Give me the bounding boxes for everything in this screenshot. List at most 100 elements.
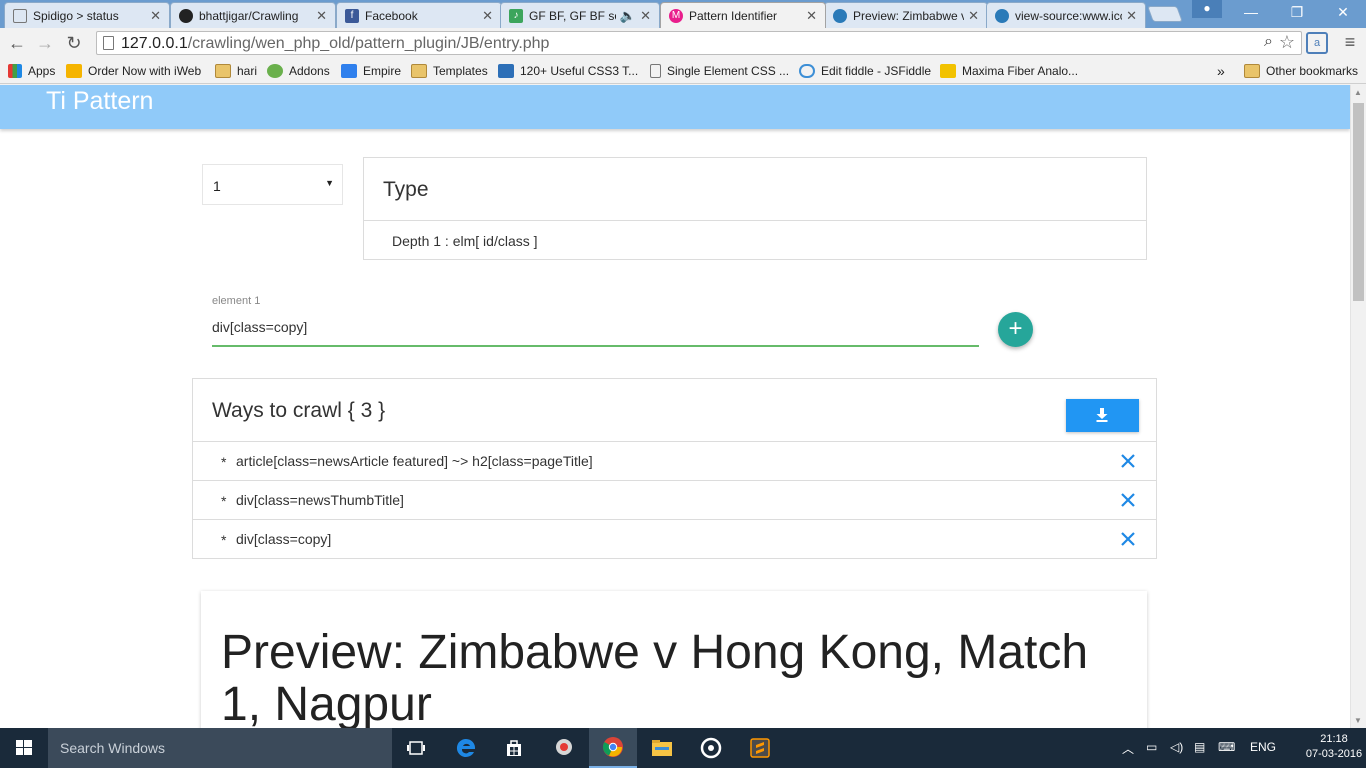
new-tab-button[interactable] <box>1147 6 1183 22</box>
remove-icon[interactable] <box>1119 491 1137 509</box>
bookmark-addons[interactable]: Addons <box>267 62 330 80</box>
list-item: * div[class=copy] <box>193 520 1156 559</box>
browser-tab-spidigo[interactable]: Spidigo > status ✕ <box>4 2 170 28</box>
sublime-icon[interactable] <box>736 728 784 768</box>
bookmark-jsfiddle[interactable]: Edit fiddle - JSFiddle <box>799 62 931 80</box>
file-explorer-icon[interactable] <box>638 728 686 768</box>
profile-icon[interactable]: ● <box>1192 0 1222 18</box>
bookmark-label: Order Now with iWeb <box>88 64 202 78</box>
bookmark-empire[interactable]: Empire <box>341 62 401 80</box>
cloud-icon <box>799 64 815 78</box>
browser-tab-github[interactable]: bhattjigar/Crawling ✕ <box>170 2 336 28</box>
other-bookmarks[interactable]: Other bookmarks <box>1244 62 1358 80</box>
minimize-icon[interactable]: — <box>1228 0 1274 24</box>
preview-title: Preview: Zimbabwe v Hong Kong, Match 1, … <box>221 626 1089 729</box>
bookmark-label: Maxima Fiber Analo... <box>962 64 1079 78</box>
task-view-icon[interactable] <box>392 728 440 768</box>
bookmarks-overflow-button[interactable]: » <box>1217 62 1225 80</box>
bookmark-maxima[interactable]: Maxima Fiber Analo... <box>940 62 1078 80</box>
bookmark-hari[interactable]: hari <box>215 62 257 80</box>
language-indicator[interactable]: ENG <box>1250 740 1276 754</box>
page-icon <box>103 36 114 50</box>
chevron-up-icon[interactable]: ︿ <box>1122 740 1134 757</box>
element-input[interactable]: div[class=copy] <box>212 319 979 345</box>
windows-search-box[interactable]: Search Windows <box>48 728 392 768</box>
type-card-detail: Depth 1 : elm[ id/class ] <box>392 233 538 249</box>
element-field[interactable]: element 1 div[class=copy] <box>212 295 979 347</box>
app-icon[interactable] <box>540 728 588 768</box>
close-icon[interactable]: ✕ <box>316 8 327 24</box>
tab-title: bhattjigar/Crawling <box>199 8 299 23</box>
extension-icon[interactable]: a <box>1306 32 1328 54</box>
edge-icon[interactable] <box>442 728 490 768</box>
browser-tab-pattern-identifier[interactable]: M Pattern Identifier ✕ <box>660 2 826 28</box>
bookmark-apps[interactable]: Apps <box>8 62 55 80</box>
url-text[interactable]: 127.0.0.1/crawling/wen_php_old/pattern_p… <box>121 35 549 53</box>
close-icon[interactable]: ✕ <box>150 8 161 24</box>
store-icon[interactable] <box>490 728 538 768</box>
music-icon: ♪ <box>509 8 523 23</box>
close-icon[interactable]: ✕ <box>482 8 493 24</box>
speaker-icon[interactable]: 🔈 <box>620 8 636 24</box>
remove-icon[interactable] <box>1119 530 1137 548</box>
clock-date: 07-03-2016 <box>1305 748 1363 760</box>
reload-icon[interactable]: ↻ <box>62 32 86 54</box>
list-bullet: * <box>221 493 227 509</box>
scroll-down-icon[interactable]: ▼ <box>1354 716 1362 725</box>
windows-start-button[interactable] <box>0 728 48 768</box>
close-icon[interactable]: ✕ <box>806 8 817 24</box>
tab-title: view-source:www.icc <box>1015 8 1123 23</box>
site-icon <box>833 8 847 23</box>
field-underline <box>212 345 979 347</box>
tab-title: Pattern Identifier <box>689 8 778 23</box>
add-element-button[interactable]: + <box>998 312 1033 347</box>
keyboard-icon[interactable]: ⌨ <box>1218 740 1235 754</box>
crawl-path-text: div[class=copy] <box>236 531 332 547</box>
windows-taskbar: Search Windows ︿ ▭ ◁) ▤ ⌨ ENG 21:18 07-0… <box>0 728 1366 768</box>
facebook-icon: f <box>345 8 359 23</box>
bookmark-templates[interactable]: Templates <box>411 62 488 80</box>
bookmark-star-icon[interactable]: ☆ <box>1279 32 1295 53</box>
depth-select[interactable]: 1 ▼ <box>202 164 343 205</box>
bookmark-single-element[interactable]: Single Element CSS ... <box>650 62 789 80</box>
tab-title: GF BF, GF BF song <box>529 8 616 23</box>
remove-icon[interactable] <box>1119 452 1137 470</box>
bookmark-css3[interactable]: 120+ Useful CSS3 T... <box>498 62 638 80</box>
close-window-icon[interactable]: ✕ <box>1320 0 1366 24</box>
scroll-up-icon[interactable]: ▲ <box>1354 88 1362 97</box>
bookmark-label: Other bookmarks <box>1266 64 1359 78</box>
apps-grid-icon <box>8 64 22 78</box>
list-bullet: * <box>221 454 227 470</box>
site-icon <box>940 64 956 78</box>
browser-tab-view-source[interactable]: view-source:www.icc ✕ <box>986 2 1146 28</box>
bookmark-label: 120+ Useful CSS3 T... <box>520 64 639 78</box>
media-icon[interactable] <box>687 728 735 768</box>
back-icon[interactable]: ← <box>5 32 29 54</box>
chrome-icon[interactable] <box>589 728 637 768</box>
scroll-thumb[interactable] <box>1353 103 1364 301</box>
bookmark-label: Templates <box>433 64 488 78</box>
notification-icon[interactable]: ▤ <box>1194 740 1205 754</box>
page-scrollbar[interactable]: ▲ ▼ <box>1350 85 1366 728</box>
address-bar[interactable]: 127.0.0.1/crawling/wen_php_old/pattern_p… <box>96 31 1302 55</box>
forward-icon[interactable]: → <box>33 32 57 54</box>
search-placeholder: Search Windows <box>60 740 166 756</box>
network-icon[interactable]: ▭ <box>1146 740 1157 754</box>
bookmark-label: hari <box>237 64 258 78</box>
volume-icon[interactable]: ◁) <box>1170 740 1183 754</box>
bookmark-order-now[interactable]: Order Now with iWeb <box>66 62 201 80</box>
system-clock[interactable]: 21:18 07-03-2016 <box>1304 732 1364 762</box>
zoom-icon[interactable]: ⌕ <box>1264 33 1273 51</box>
browser-tab-facebook[interactable]: f Facebook ✕ <box>336 2 502 28</box>
site-icon <box>995 8 1009 23</box>
close-icon[interactable]: ✕ <box>1126 8 1137 24</box>
url-path: /crawling/wen_php_old/pattern_plugin/JB/… <box>187 35 550 52</box>
close-icon[interactable]: ✕ <box>640 8 651 24</box>
restore-icon[interactable]: ❐ <box>1274 0 1320 24</box>
menu-icon[interactable]: ≡ <box>1340 31 1360 55</box>
browser-tab-song[interactable]: ♪ GF BF, GF BF song 🔈 ✕ <box>500 2 660 28</box>
close-icon[interactable]: ✕ <box>968 8 979 24</box>
page-viewport: Ti Pattern 1 ▼ Type Depth 1 : elm[ id/cl… <box>0 85 1350 728</box>
download-button[interactable] <box>1066 399 1139 432</box>
browser-tab-preview[interactable]: Preview: Zimbabwe v ✕ <box>824 2 988 28</box>
